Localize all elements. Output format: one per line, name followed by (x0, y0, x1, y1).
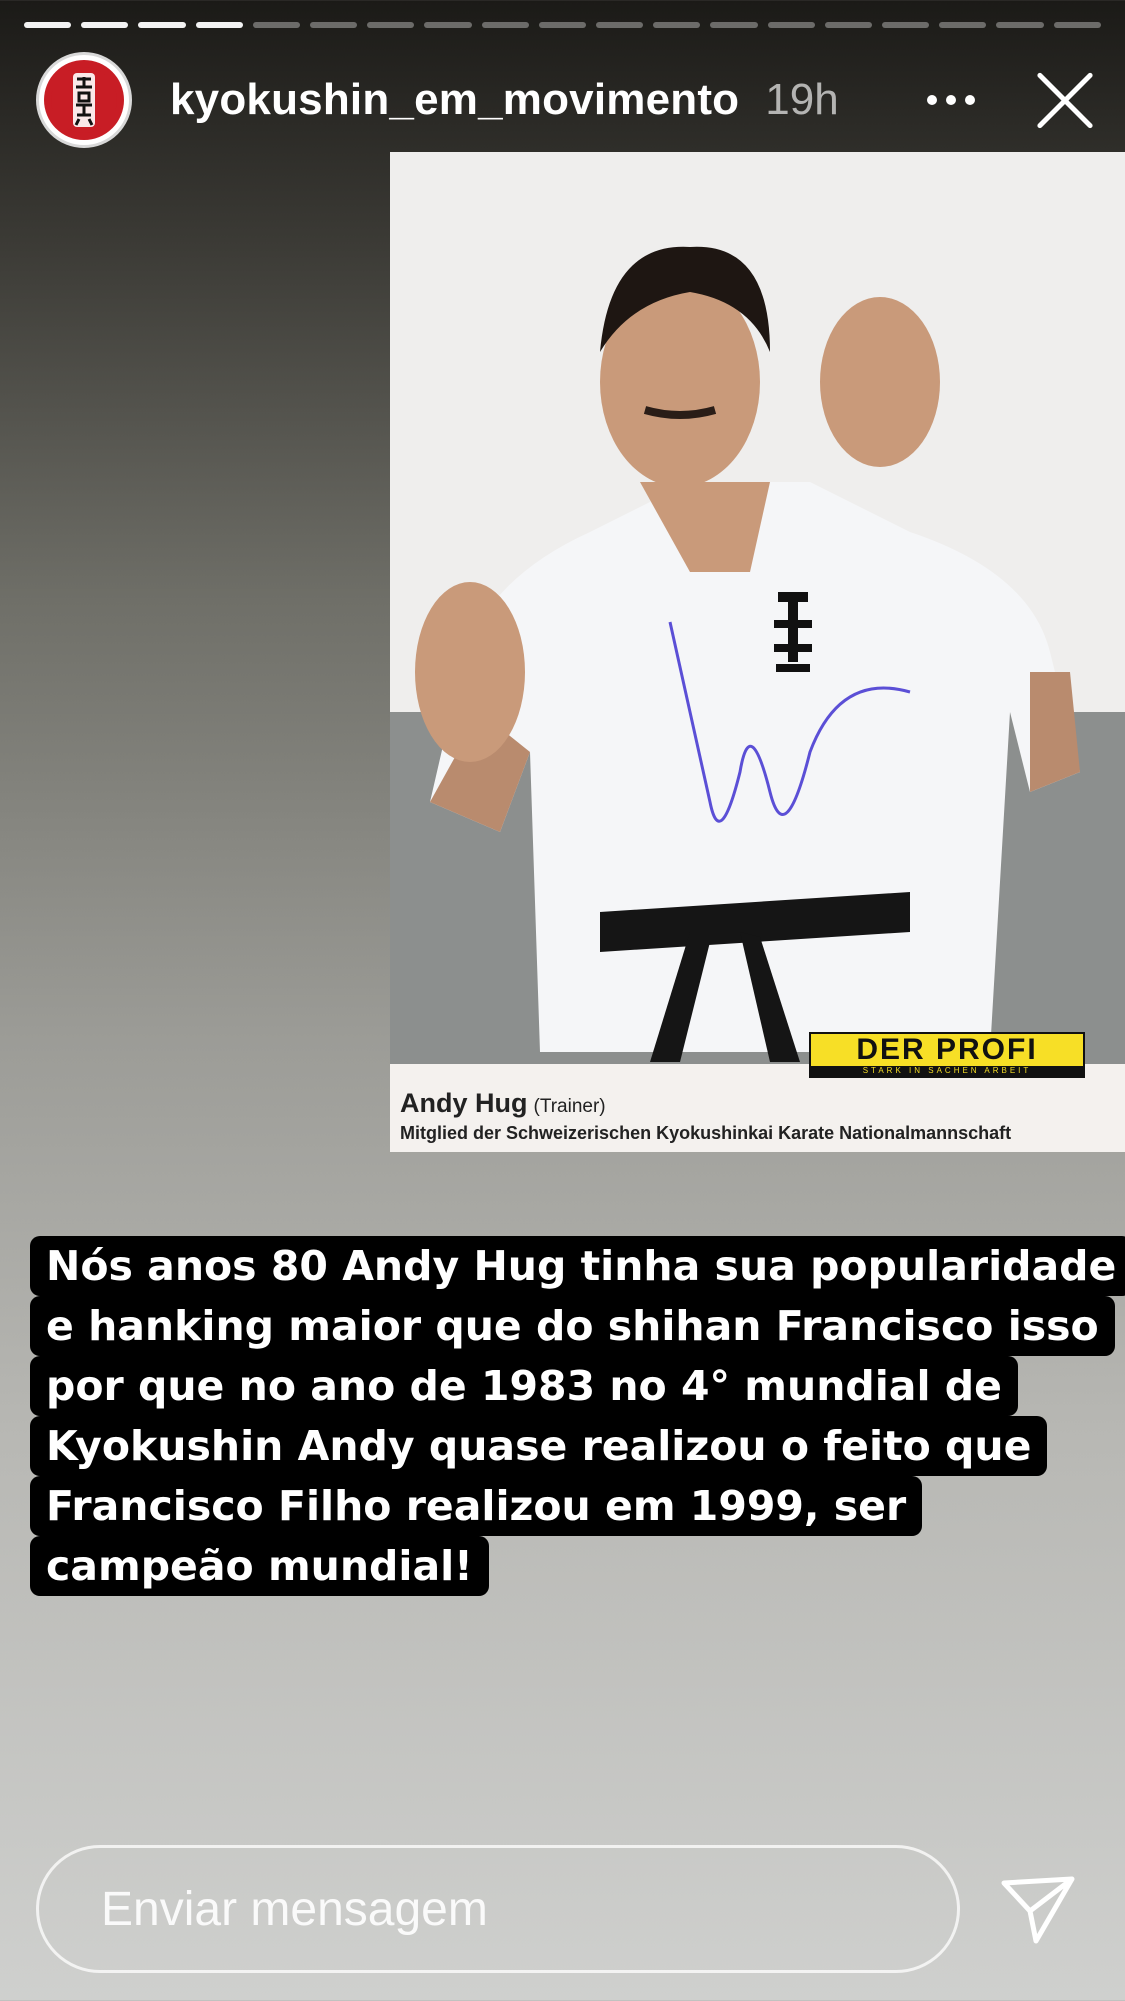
send-paper-plane-icon[interactable] (1000, 1875, 1076, 1945)
progress-segment (424, 22, 472, 28)
progress-segment (653, 22, 701, 28)
badge-title: DER PROFI (856, 1033, 1038, 1066)
story-text-line: Kyokushin Andy quase realizou o feito qu… (30, 1416, 1048, 1476)
story-text-line: Nós anos 80 Andy Hug tinha sua popularid… (30, 1236, 1125, 1296)
progress-segment (367, 22, 415, 28)
badge-tagline: STARK IN SACHEN ARBEIT (811, 1066, 1083, 1076)
progress-segment (481, 22, 529, 28)
der-profi-badge: DER PROFI STARK IN SACHEN ARBEIT (809, 1032, 1085, 1078)
story-header: kyokushin_em_movimento 19h (36, 52, 1097, 148)
post-time: 19h (765, 75, 839, 124)
story-text-overlay: Nós anos 80 Andy Hug tinha sua popularid… (30, 1236, 1125, 1596)
progress-segment (138, 22, 186, 28)
progress-segment (538, 22, 587, 28)
karate-photo (390, 152, 1125, 1064)
story-photo: DER PROFI STARK IN SACHEN ARBEIT Andy Hu… (390, 152, 1125, 1152)
story-text-line: e hanking maior que do shihan Francisco … (30, 1296, 1115, 1356)
message-input-wrapper (36, 1845, 960, 1973)
more-horizontal-icon[interactable] (927, 95, 975, 105)
progress-segment (767, 22, 815, 28)
progress-segment (939, 22, 987, 28)
caption-subtitle: Mitglied der Schweizerischen Kyokushinka… (400, 1123, 1012, 1143)
progress-segment (996, 22, 1044, 28)
progress-segment (596, 22, 644, 28)
story-text-line: Francisco Filho realizou em 1999, ser (30, 1476, 923, 1536)
progress-segment (710, 22, 758, 28)
message-input[interactable] (39, 1848, 957, 1970)
username[interactable]: kyokushin_em_movimento (170, 75, 739, 125)
photo-caption: Andy Hug (Trainer) Mitglied der Schweizer… (400, 1088, 1011, 1144)
story-progress-bar (24, 22, 1101, 28)
avatar[interactable] (36, 52, 132, 148)
caption-name: Andy Hug (400, 1088, 528, 1118)
progress-segment (252, 22, 301, 28)
caption-role: (Trainer) (533, 1096, 606, 1117)
progress-segment (1053, 22, 1101, 28)
progress-segment (195, 22, 243, 28)
kyokushin-logo (44, 60, 124, 140)
progress-segment (24, 22, 72, 28)
progress-segment (310, 22, 358, 28)
progress-segment (81, 22, 129, 28)
story-text-line: por que no ano de 1983 no 4° mundial de (30, 1356, 1018, 1416)
progress-segment (882, 22, 930, 28)
close-icon[interactable] (1033, 68, 1097, 132)
story-text-line: campeão mundial! (30, 1536, 489, 1596)
progress-segment (824, 22, 873, 28)
